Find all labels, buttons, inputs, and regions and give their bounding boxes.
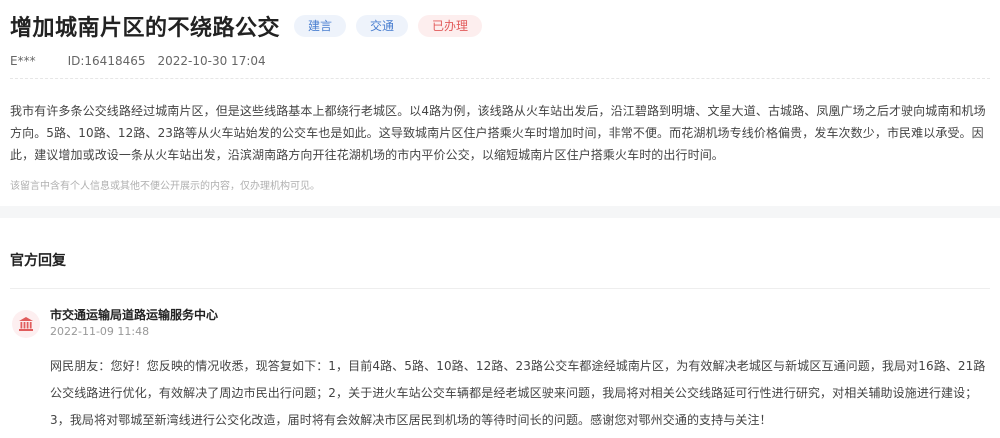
avatar	[12, 310, 40, 338]
government-building-icon	[19, 317, 33, 331]
reply-org-name: 市交通运输局道路运输服务中心	[50, 308, 219, 322]
status-badge: 已办理	[418, 15, 483, 37]
tag-suggestion[interactable]: 建言	[294, 15, 347, 37]
author-name: E***	[10, 54, 36, 68]
divider	[10, 288, 990, 289]
message-id: ID:16418465	[67, 54, 146, 68]
divider	[10, 78, 990, 79]
official-reply-section: 官方回复 市交通运输局道路运输服务中心 2022-11-09 11:48 网民朋…	[0, 218, 1000, 438]
reply-content: 网民朋友：您好！您反映的情况收悉，现答复如下：1，目前4路、5路、10路、12路…	[50, 359, 986, 427]
message-datetime: 2022-10-30 17:04	[157, 54, 266, 68]
privacy-note: 该留言中含有个人信息或其他不便公开展示的内容，仅办理机构可见。	[10, 181, 320, 192]
reply-datetime: 2022-11-09 11:48	[50, 325, 150, 338]
message-meta: E*** ID:16418465 2022-10-30 17:04	[10, 54, 266, 68]
section-gap	[0, 206, 1000, 218]
message-content: 我市有许多条公交线路经过城南片区，但是这些线路基本上都绕行老城区。以4路为例，该…	[10, 104, 986, 162]
tag-traffic[interactable]: 交通	[356, 15, 409, 37]
title-row: 增加城南片区的不绕路公交 建言 交通 已办理	[10, 10, 483, 42]
page-title: 增加城南片区的不绕路公交	[10, 16, 281, 41]
reply-section-title: 官方回复	[10, 253, 66, 269]
message-section: 增加城南片区的不绕路公交 建言 交通 已办理 E*** ID:16418465 …	[0, 0, 1000, 206]
